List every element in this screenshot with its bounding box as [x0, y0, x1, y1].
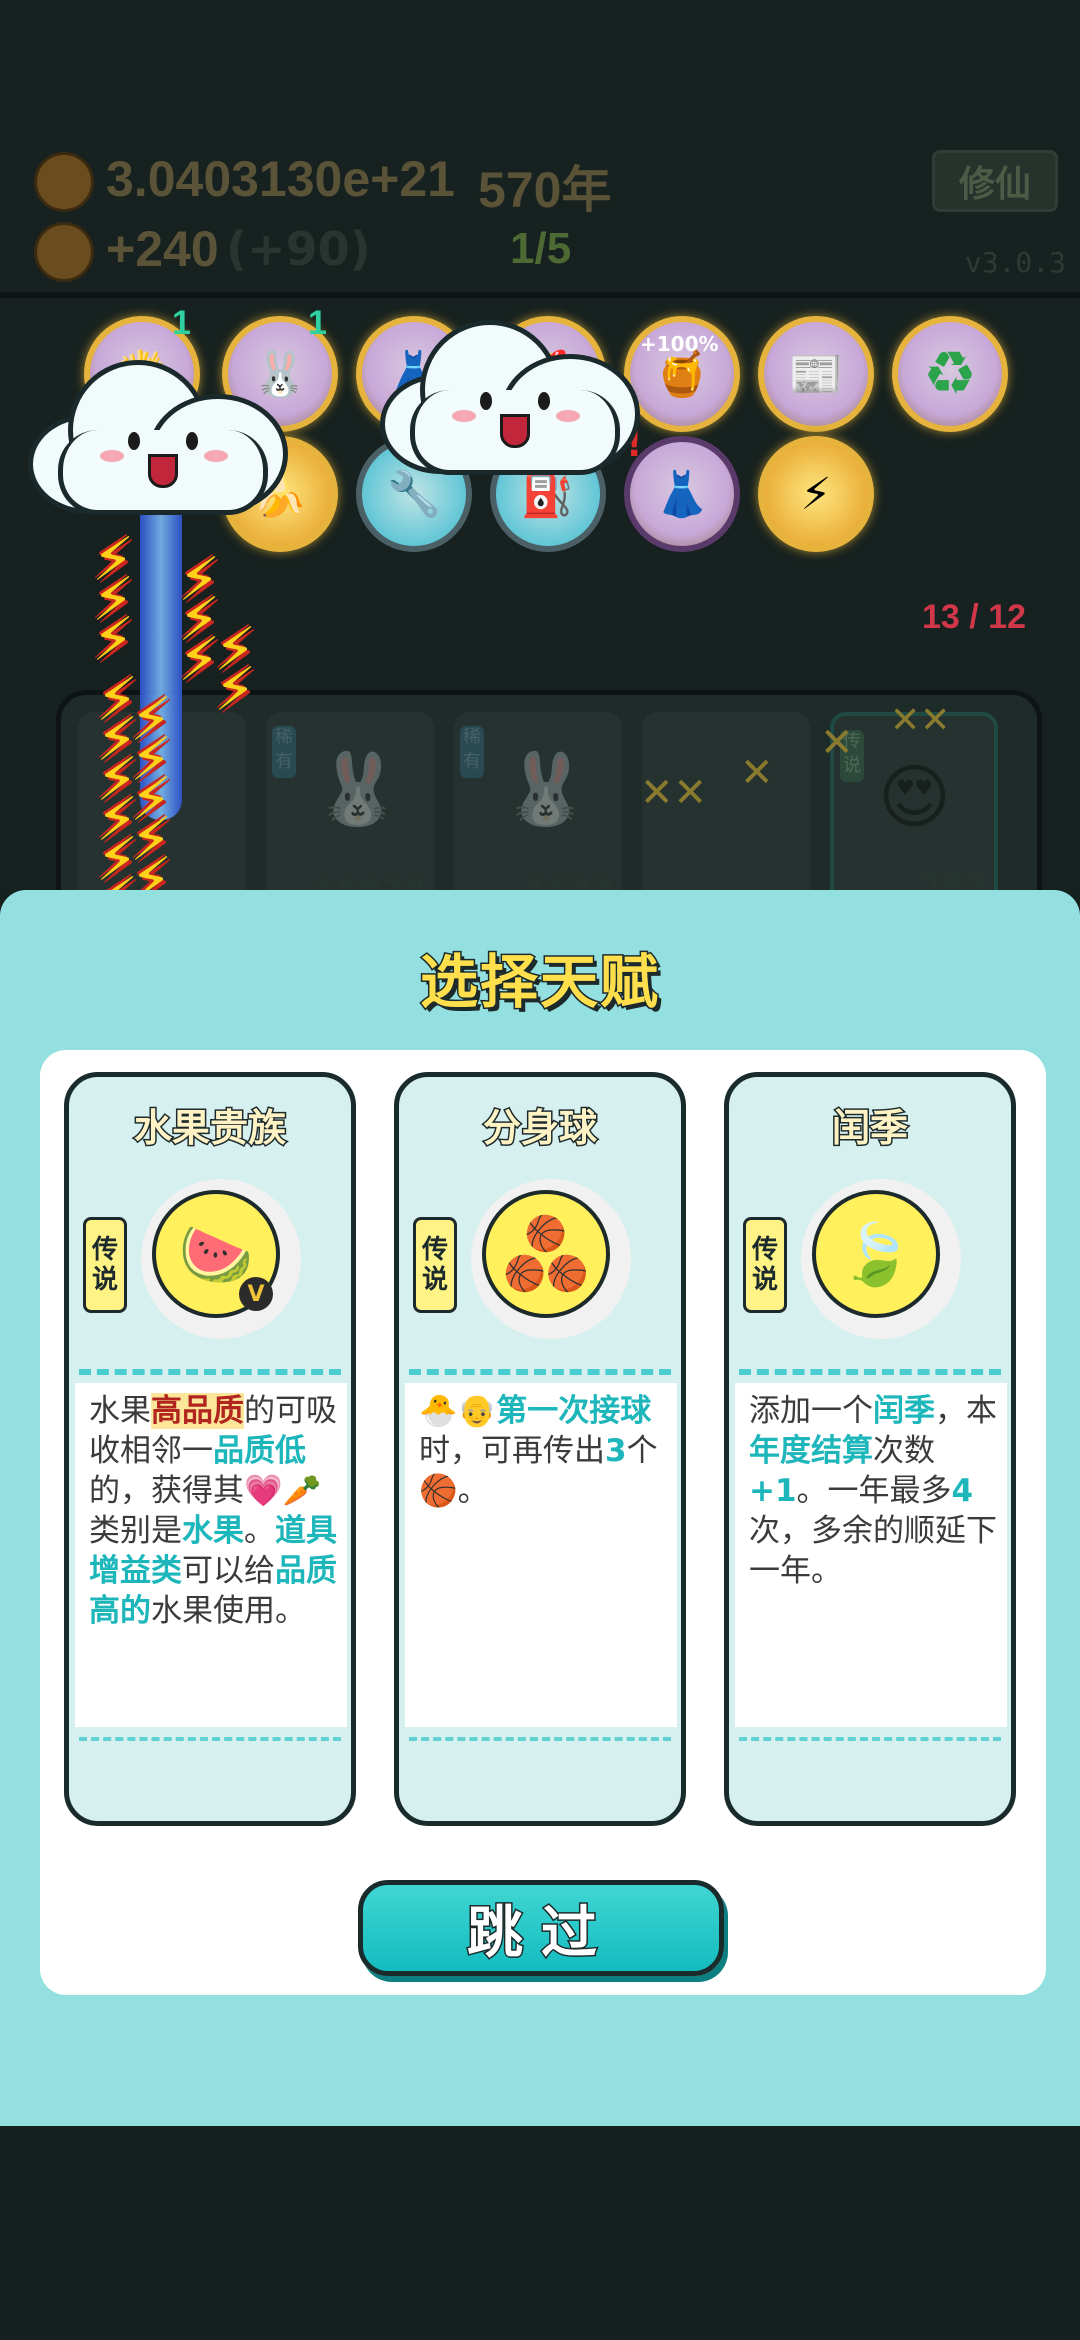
description-segment: 🏀 — [419, 1473, 458, 1509]
talent-icon-frame: 🍉 V — [141, 1179, 301, 1339]
description-segment: 。 — [244, 1513, 275, 1549]
description-segment: 🐣👴 — [419, 1393, 497, 1429]
description-segment: 次数 — [873, 1433, 935, 1469]
description-segment: 第一次接球 — [496, 1393, 652, 1429]
shelf-slot[interactable]: 稀有 🐰 15028 — [266, 712, 434, 912]
shelf-slot[interactable]: 传说 😍 282 — [830, 712, 998, 912]
card-divider — [739, 1737, 1001, 1741]
talent-card-fruit-noble[interactable]: 水果贵族 传说 🍉 V 水果高品质的可吸收相邻一品质低的，获得其💗🥕类别是水果。… — [64, 1072, 356, 1826]
description-segment: ，本 — [935, 1393, 997, 1429]
cultivate-button[interactable]: 修仙 — [932, 150, 1058, 212]
talent-card-leap-season[interactable]: 闰季 传说 🍃 添加一个闰季，本年度结算次数+1。一年最多4次，多余的顺延下一年… — [724, 1072, 1016, 1826]
income-bonus: (+90) — [226, 222, 371, 276]
card-divider — [79, 1369, 341, 1375]
sparkle-icon: ✕ — [740, 750, 774, 796]
leaf-icon: 🍃 — [812, 1190, 940, 1318]
recycle-icon[interactable]: ♻ — [892, 316, 1008, 432]
description-segment: 闰季 — [873, 1393, 935, 1429]
sparkle-icon: ✕✕ — [890, 700, 951, 741]
year-count: 570年 — [478, 162, 612, 218]
talent-icon-frame: 🏀 🏀 🏀 — [471, 1179, 631, 1339]
talent-card-title: 分身球 — [481, 1105, 598, 1152]
description-segment: 水果 — [182, 1513, 244, 1549]
version-label: v3.0.3 — [964, 246, 1066, 279]
time-magazine-icon[interactable]: 📰 — [758, 316, 874, 432]
rabbit-count-badge: 1 — [308, 304, 327, 342]
description-segment: 高品质 — [151, 1393, 244, 1429]
description-segment: 个 — [626, 1433, 658, 1469]
talent-description-box: 🐣👴第一次接球时，可再传出3个 🏀。 — [405, 1383, 677, 1727]
card-divider — [409, 1369, 671, 1375]
card-divider — [739, 1369, 1001, 1375]
card-divider — [409, 1737, 671, 1741]
card-divider — [79, 1737, 341, 1741]
description-segment: 品质低 — [213, 1433, 306, 1469]
description-segment: 水果 — [89, 1393, 151, 1429]
lightning-bolt-icon: ⚡ ⚡ — [214, 615, 257, 725]
rarity-tag: 稀有 — [460, 726, 484, 778]
cloud-character-icon — [380, 310, 640, 475]
rabbit-icon: 🐰 — [314, 748, 402, 830]
description-segment: 💗🥕 — [244, 1473, 322, 1509]
lightning-bolt-icon: ⚡ ⚡ ⚡ — [92, 525, 135, 675]
description-segment: 可以给 — [182, 1553, 275, 1589]
description-segment: 类别是 — [89, 1513, 182, 1549]
description-segment: 。 — [457, 1473, 489, 1509]
talent-card-title: 水果贵族 — [132, 1105, 287, 1152]
pot-bonus-label: +100% — [640, 332, 719, 356]
description-segment: 年度结算 — [749, 1433, 873, 1469]
description-segment: 。一年最多 — [796, 1473, 952, 1509]
talent-icon-frame: 🍃 — [801, 1179, 961, 1339]
talent-description: 🐣👴第一次接球时，可再传出3个 🏀。 — [419, 1391, 669, 1511]
talent-description-box: 水果高品质的可吸收相邻一品质低的，获得其💗🥕类别是水果。道具增益类可以给品质高的… — [75, 1383, 347, 1727]
shelf-slot[interactable]: 稀有 🐰 1523 — [454, 712, 622, 912]
hud-divider — [0, 292, 1080, 298]
description-segment: 添加一个 — [749, 1393, 873, 1429]
income-value: +240 — [106, 221, 219, 277]
talent-description-box: 添加一个闰季，本年度结算次数 +1。一年最多4 次，多余的顺延下一年。 — [735, 1383, 1007, 1727]
sparkle-icon: ✕ — [820, 720, 854, 766]
sparkle-icon: ✕✕ — [640, 770, 708, 816]
rarity-tag: 稀有 — [272, 726, 296, 778]
basketballs-icon: 🏀 🏀 🏀 — [482, 1190, 610, 1318]
description-segment: 3 — [605, 1433, 627, 1469]
bottom-background — [0, 2126, 1080, 2340]
slot-counter: 13 / 12 — [922, 598, 1026, 636]
description-segment: 的，获得其 — [89, 1473, 244, 1509]
description-segment: 水果使用。 — [151, 1593, 306, 1629]
description-segment: 次，多余的顺延下一年。 — [749, 1513, 997, 1589]
lightning-icon[interactable]: ⚡ — [758, 436, 874, 552]
description-segment: +1 — [749, 1473, 797, 1509]
cloud-character-icon — [28, 350, 288, 515]
talent-description: 添加一个闰季，本年度结算次数 +1。一年最多4 次，多余的顺延下一年。 — [749, 1391, 999, 1591]
skip-button[interactable]: 跳过 — [358, 1880, 724, 1976]
description-segment: 时，可再传出 — [419, 1433, 605, 1469]
heart-coin-icon — [34, 152, 94, 212]
heart-income-icon — [34, 222, 94, 282]
fries-count-badge: 1 — [172, 304, 191, 342]
rarity-badge: 传说 — [83, 1217, 127, 1313]
wave-progress: 1/5 — [510, 224, 572, 273]
talent-card-clone-ball[interactable]: 分身球 传说 🏀 🏀 🏀 🐣👴第一次接球时，可再传出3个 🏀。 — [394, 1072, 686, 1826]
rarity-badge: 传说 — [743, 1217, 787, 1313]
vip-badge-icon: V — [239, 1277, 273, 1311]
talent-description: 水果高品质的可吸收相邻一品质低的，获得其💗🥕类别是水果。道具增益类可以给品质高的… — [89, 1391, 339, 1631]
description-segment: 4 — [951, 1473, 974, 1509]
panel-title: 选择天赋 — [418, 947, 660, 1018]
character-face-icon: 😍 — [878, 756, 951, 838]
rarity-badge: 传说 — [413, 1217, 457, 1313]
lightning-bolt-icon: ⚡⚡⚡⚡⚡⚡ — [96, 665, 139, 930]
rabbit-icon: 🐰 — [502, 748, 590, 830]
talent-card-title: 闰季 — [830, 1105, 909, 1152]
coin-total: 3.0403130e+21 — [106, 151, 455, 207]
